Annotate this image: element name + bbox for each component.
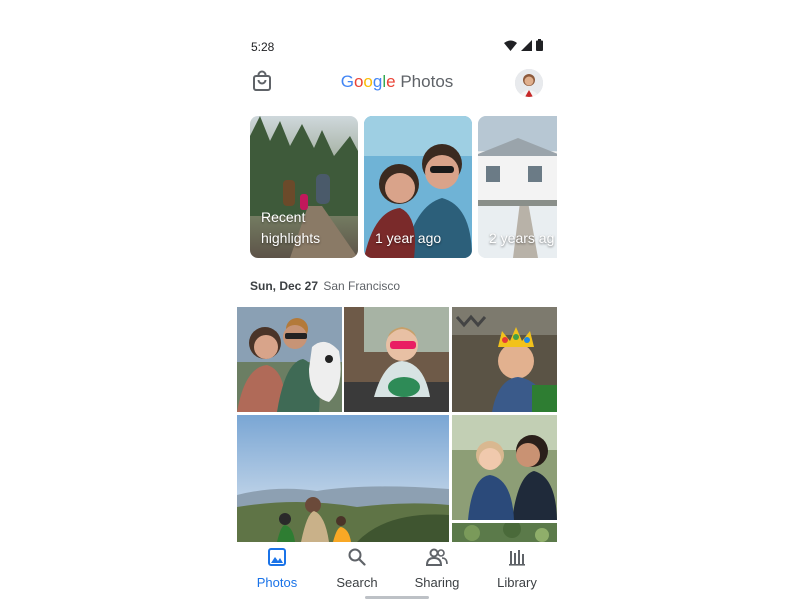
- title-letter: G: [340, 72, 354, 91]
- section-header: Sun, Dec 27 San Francisco: [250, 279, 400, 293]
- memory-card-recent-highlights[interactable]: Recent highlights: [250, 116, 358, 258]
- home-gesture-handle[interactable]: [365, 596, 429, 599]
- avatar[interactable]: [515, 69, 543, 97]
- memory-label-line: 2 years ag: [489, 230, 555, 246]
- photo-icon: [268, 548, 286, 566]
- nav-label: Sharing: [414, 575, 460, 590]
- photo-thumbnail[interactable]: [452, 523, 557, 542]
- nav-label: Library: [497, 575, 537, 590]
- nav-photos[interactable]: Photos: [237, 548, 317, 590]
- title-letter: o: [353, 72, 364, 91]
- app-title: Google Photos: [237, 72, 557, 92]
- nav-library[interactable]: Library: [477, 548, 557, 590]
- memory-card-1-year-ago[interactable]: 1 year ago: [364, 116, 472, 258]
- section-date: Sun, Dec 27: [250, 279, 319, 293]
- memory-label: 1 year ago: [375, 228, 441, 249]
- nav-label: Search: [336, 575, 378, 590]
- title-letter: g: [372, 72, 383, 91]
- photo-thumbnail[interactable]: [344, 307, 449, 412]
- wifi-icon: [504, 40, 517, 51]
- search-icon: [348, 548, 366, 566]
- phone-screen: 5:28 Google Photos Recent highlights 1 y…: [237, 0, 557, 616]
- status-time: 5:28: [251, 40, 275, 54]
- memory-label-line: 1 year ago: [375, 230, 442, 246]
- memory-label: 2 years ag: [489, 228, 554, 249]
- people-icon: [425, 548, 448, 566]
- photo-thumbnail[interactable]: [452, 307, 557, 412]
- memory-label-line: Recent: [261, 209, 306, 225]
- photo-thumbnail[interactable]: [452, 415, 557, 520]
- title-photos: Photos: [400, 72, 454, 91]
- nav-search[interactable]: Search: [317, 548, 397, 590]
- bottom-navigation: Photos Search Sharing Library: [237, 542, 557, 598]
- status-icons: [504, 39, 543, 51]
- title-letter: e: [386, 72, 396, 91]
- title-letter: o: [363, 72, 373, 91]
- photo-thumbnail[interactable]: [237, 307, 342, 412]
- memory-label: Recent highlights: [261, 207, 320, 249]
- battery-icon: [536, 39, 543, 51]
- signal-icon: [521, 39, 532, 51]
- section-location: San Francisco: [323, 279, 401, 293]
- library-icon: [509, 550, 525, 566]
- photo-thumbnail[interactable]: [237, 415, 449, 542]
- memories-carousel[interactable]: Recent highlights 1 year ago 2 years ag: [250, 116, 557, 258]
- memory-label-line: highlights: [261, 230, 321, 246]
- nav-label: Photos: [256, 575, 298, 590]
- nav-sharing[interactable]: Sharing: [397, 548, 477, 590]
- memory-card-2-years-ago[interactable]: 2 years ag: [478, 116, 557, 258]
